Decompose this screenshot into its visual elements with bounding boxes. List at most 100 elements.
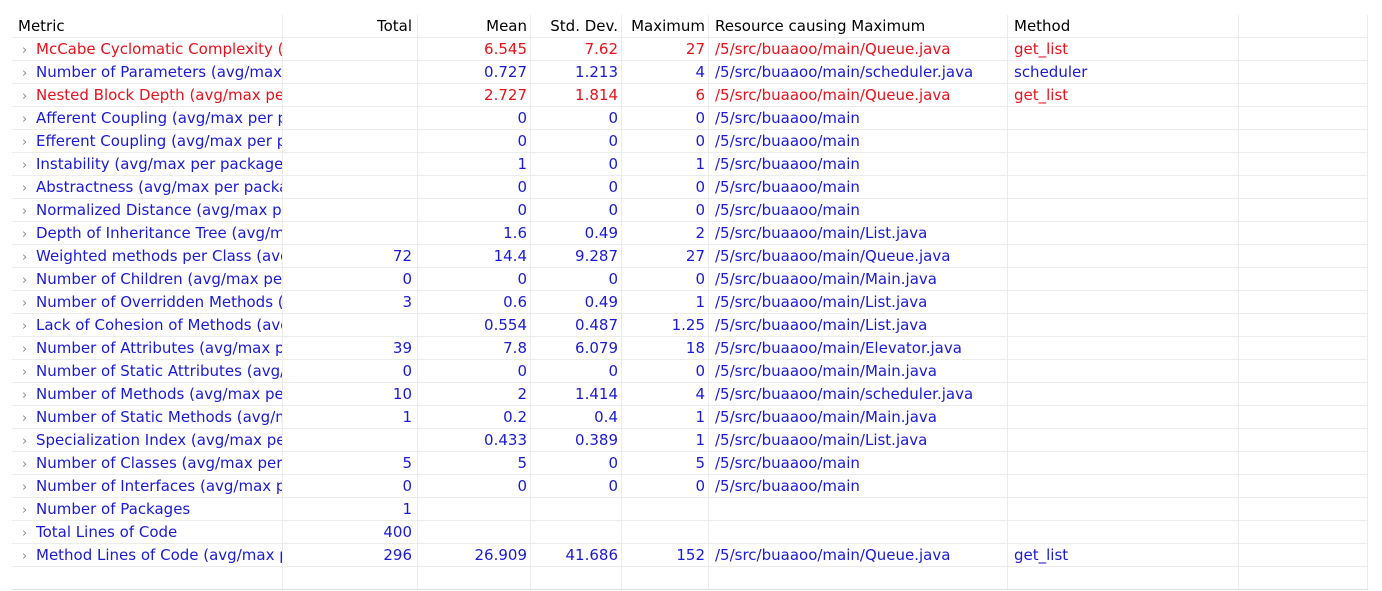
- table-row[interactable]: › McCabe Cyclomatic Complexity (a 6.545 7.6…: [12, 38, 1368, 61]
- metric-label: Number of Packages: [36, 500, 191, 518]
- maximum-cell: 6: [622, 84, 709, 107]
- maximum-cell: 5: [622, 452, 709, 475]
- chevron-right-icon[interactable]: ›: [18, 499, 36, 521]
- chevron-right-icon[interactable]: ›: [18, 407, 36, 429]
- mean-cell: 0.433: [418, 429, 531, 452]
- method-cell: [1008, 498, 1239, 521]
- chevron-right-icon[interactable]: ›: [18, 384, 36, 406]
- total-cell: 296: [283, 544, 418, 567]
- std-dev-cell: 0: [531, 130, 622, 153]
- chevron-right-icon[interactable]: ›: [18, 131, 36, 153]
- metric-cell: › Number of Packages: [12, 498, 283, 521]
- table-row[interactable]: › Number of Classes (avg/max per p 5 5 0 5/5/…: [12, 452, 1368, 475]
- resource-cell: /5/src/buaaoo/main/List.java: [709, 429, 1008, 452]
- column-header-mean[interactable]: Mean: [418, 15, 531, 38]
- metric-cell: › Nested Block Depth (avg/max per: [12, 84, 283, 107]
- chevron-right-icon[interactable]: ›: [18, 85, 36, 107]
- table-row[interactable]: › Number of Attributes (avg/max pe 39 7.8 6.…: [12, 337, 1368, 360]
- chevron-right-icon[interactable]: ›: [18, 476, 36, 498]
- resource-cell: /5/src/buaaoo/main/scheduler.java: [709, 61, 1008, 84]
- chevron-right-icon[interactable]: ›: [18, 453, 36, 475]
- metric-cell: › Number of Parameters (avg/max p: [12, 61, 283, 84]
- table-row[interactable]: › Lack of Cohesion of Methods (avg 0.554 0.…: [12, 314, 1368, 337]
- table-row[interactable]: › Abstractness (avg/max per packag 0 0 0/5/s…: [12, 176, 1368, 199]
- maximum-cell: 2: [622, 222, 709, 245]
- total-cell: 5: [283, 452, 418, 475]
- table-row[interactable]: › Normalized Distance (avg/max pe 0 0 0/5/sr…: [12, 199, 1368, 222]
- table-row[interactable]: › Total Lines of Code 400: [12, 521, 1368, 544]
- table-row[interactable]: › Weighted methods per Class (avg 72 14.4 9.…: [12, 245, 1368, 268]
- mean-cell: 0: [418, 360, 531, 383]
- table-row[interactable]: › Number of Children (avg/max per 0 0 0 0/5/s…: [12, 268, 1368, 291]
- maximum-cell: 4: [622, 383, 709, 406]
- chevron-right-icon[interactable]: ›: [18, 108, 36, 130]
- table-row[interactable]: › Number of Interfaces (avg/max pe 0 0 0 0/5/…: [12, 475, 1368, 498]
- method-cell: [1008, 521, 1239, 544]
- metric-cell: › Weighted methods per Class (avg: [12, 245, 283, 268]
- column-header-metric[interactable]: Metric: [12, 15, 283, 38]
- std-dev-cell: 0.49: [531, 222, 622, 245]
- maximum-cell: 27: [622, 38, 709, 61]
- table-row[interactable]: › Nested Block Depth (avg/max per 2.727 1.8…: [12, 84, 1368, 107]
- chevron-right-icon[interactable]: ›: [18, 430, 36, 452]
- column-header-maximum[interactable]: Maximum: [622, 15, 709, 38]
- total-cell: 72: [283, 245, 418, 268]
- chevron-right-icon[interactable]: ›: [18, 223, 36, 245]
- column-header-std-dev[interactable]: Std. Dev.: [531, 15, 622, 38]
- mean-cell: 0: [418, 130, 531, 153]
- std-dev-cell: 41.686: [531, 544, 622, 567]
- table-row[interactable]: › Instability (avg/max per packageFr 1 0 1/5…: [12, 153, 1368, 176]
- table-row[interactable]: › Number of Methods (avg/max per 10 2 1.414 4…: [12, 383, 1368, 406]
- mean-cell: 2: [418, 383, 531, 406]
- method-cell: [1008, 452, 1239, 475]
- chevron-right-icon[interactable]: ›: [18, 269, 36, 291]
- empty-cell: [622, 567, 709, 590]
- method-cell: [1008, 107, 1239, 130]
- table-row[interactable]: › Afferent Coupling (avg/max per p 0 0 0/5/s…: [12, 107, 1368, 130]
- chevron-right-icon[interactable]: ›: [18, 545, 36, 567]
- metric-cell: › Method Lines of Code (avg/max p: [12, 544, 283, 567]
- table-row[interactable]: › Specialization Index (avg/max per 0.433 0…: [12, 429, 1368, 452]
- table-row[interactable]: › Number of Overridden Methods (3 0.6 0.49 1…: [12, 291, 1368, 314]
- metric-label: Abstractness (avg/max per packag: [36, 178, 283, 196]
- metric-label: Method Lines of Code (avg/max p: [36, 546, 283, 564]
- method-cell: [1008, 130, 1239, 153]
- table-row[interactable]: › Number of Static Attributes (avg/r 0 0 0 0/…: [12, 360, 1368, 383]
- chevron-right-icon[interactable]: ›: [18, 522, 36, 544]
- metric-label: Specialization Index (avg/max per: [36, 431, 283, 449]
- metric-label: Lack of Cohesion of Methods (avg: [36, 316, 283, 334]
- maximum-cell: 27: [622, 245, 709, 268]
- table-row[interactable]: › Number of Packages 1: [12, 498, 1368, 521]
- chevron-right-icon[interactable]: ›: [18, 338, 36, 360]
- column-header-method[interactable]: Method: [1008, 15, 1239, 38]
- chevron-right-icon[interactable]: ›: [18, 292, 36, 314]
- chevron-right-icon[interactable]: ›: [18, 39, 36, 61]
- chevron-right-icon[interactable]: ›: [18, 315, 36, 337]
- table-row[interactable]: › Efferent Coupling (avg/max per pa 0 0 0/5/…: [12, 130, 1368, 153]
- table-header: Metric Total Mean Std. Dev. Maximum Reso…: [12, 15, 1368, 38]
- mean-cell: 2.727: [418, 84, 531, 107]
- chevron-right-icon[interactable]: ›: [18, 62, 36, 84]
- chevron-right-icon[interactable]: ›: [18, 200, 36, 222]
- mean-cell: 0.6: [418, 291, 531, 314]
- column-header-resource[interactable]: Resource causing Maximum: [709, 15, 1008, 38]
- chevron-right-icon[interactable]: ›: [18, 154, 36, 176]
- resource-cell: /5/src/buaaoo/main: [709, 199, 1008, 222]
- table-row[interactable]: › Method Lines of Code (avg/max p 296 26.90…: [12, 544, 1368, 567]
- table-row[interactable]: › Depth of Inheritance Tree (avg/ma 1.6 0.4…: [12, 222, 1368, 245]
- chevron-right-icon[interactable]: ›: [18, 177, 36, 199]
- table-row[interactable]: › Number of Parameters (avg/max p 0.727 1.2…: [12, 61, 1368, 84]
- chevron-right-icon[interactable]: ›: [18, 361, 36, 383]
- resource-cell: /5/src/buaaoo/main: [709, 153, 1008, 176]
- table-row[interactable]: › Number of Static Methods (avg/m 1 0.2 0.4 1…: [12, 406, 1368, 429]
- metric-cell: › Number of Static Methods (avg/m: [12, 406, 283, 429]
- std-dev-cell: 7.62: [531, 38, 622, 61]
- metric-cell: › Total Lines of Code: [12, 521, 283, 544]
- column-header-total[interactable]: Total: [283, 15, 418, 38]
- metrics-table: Metric Total Mean Std. Dev. Maximum Reso…: [12, 15, 1368, 590]
- total-cell: 0: [283, 475, 418, 498]
- metric-label: Number of Methods (avg/max per: [36, 385, 283, 403]
- method-cell: [1008, 475, 1239, 498]
- maximum-cell: 0: [622, 268, 709, 291]
- chevron-right-icon[interactable]: ›: [18, 246, 36, 268]
